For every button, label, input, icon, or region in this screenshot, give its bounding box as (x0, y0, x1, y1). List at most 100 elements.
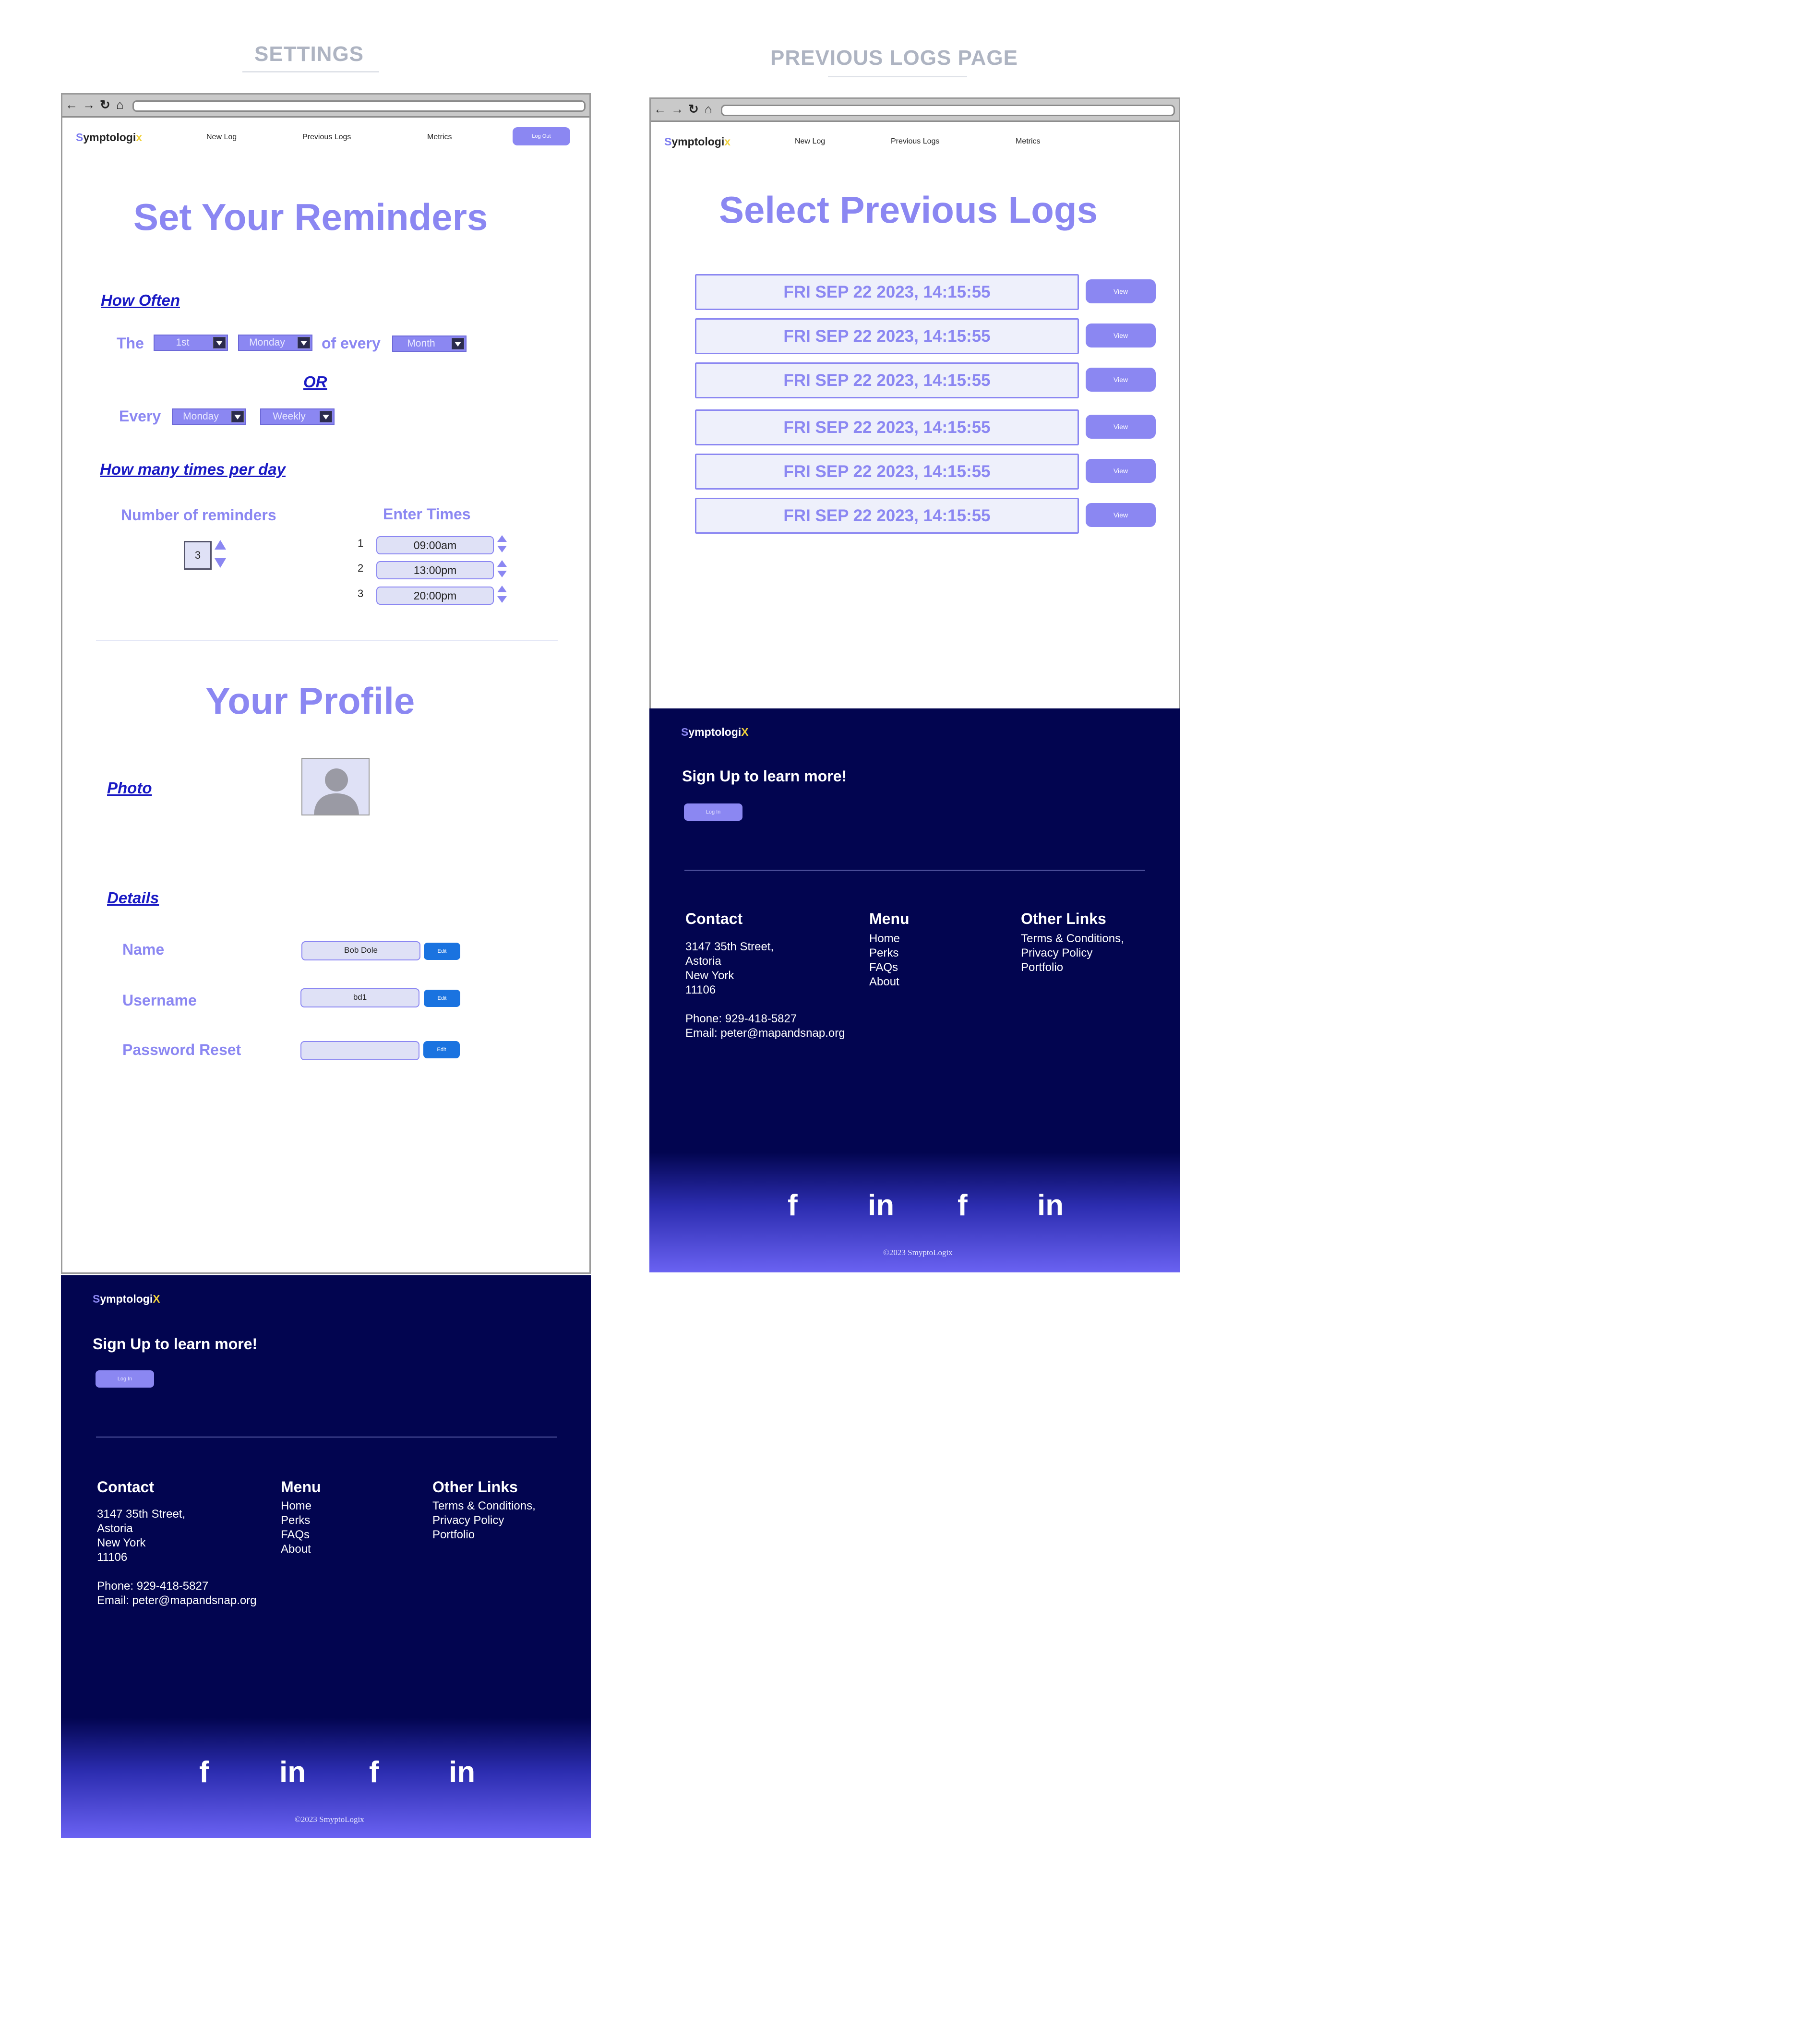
reminder-count-input[interactable]: 3 (184, 541, 212, 570)
footer-logo[interactable]: SymptologiX (93, 1293, 160, 1306)
log-entry[interactable]: FRI SEP 22 2023, 14:15:55 (695, 362, 1079, 398)
nav-metrics[interactable]: Metrics (427, 133, 452, 142)
edit-username-button[interactable]: Edit (424, 990, 460, 1007)
copyright: ©2023 SmyptoLogix (295, 1815, 364, 1824)
day-ordinal-select[interactable]: 1st (154, 335, 228, 351)
contact-address-line: 11106 (685, 983, 716, 996)
linkedin-icon[interactable]: in (868, 1188, 894, 1222)
view-log-button[interactable]: View (1086, 279, 1156, 303)
weekday-select[interactable]: Monday (238, 335, 312, 351)
period-select[interactable]: Month (392, 336, 467, 352)
or-separator: OR (303, 373, 327, 391)
logs-title: Select Previous Logs (719, 189, 1098, 231)
facebook-icon[interactable]: f (369, 1755, 379, 1789)
back-arrow-icon[interactable]: ← (654, 102, 666, 117)
decrement-icon[interactable] (497, 571, 507, 577)
log-entry[interactable]: FRI SEP 22 2023, 14:15:55 (695, 454, 1079, 490)
contact-address-line: Astoria (685, 955, 721, 968)
forward-arrow-icon[interactable]: → (671, 102, 683, 117)
log-entry[interactable]: FRI SEP 22 2023, 14:15:55 (695, 498, 1079, 534)
copyright: ©2023 SmyptoLogix (883, 1248, 953, 1257)
view-log-button[interactable]: View (1086, 415, 1156, 439)
contact-email[interactable]: Email: peter@mapandsnap.org (97, 1594, 257, 1608)
view-log-button[interactable]: View (1086, 503, 1156, 527)
contact-phone: Phone: 929-418-5827 (685, 1012, 797, 1025)
times-per-day-heading[interactable]: How many times per day (100, 460, 286, 479)
name-field[interactable]: Bob Dole (301, 941, 420, 960)
view-log-button[interactable]: View (1086, 459, 1156, 483)
footer-menu-home[interactable]: Home (281, 1499, 311, 1513)
reload-icon[interactable]: ↻ (688, 102, 699, 117)
log-entry[interactable]: FRI SEP 22 2023, 14:15:55 (695, 409, 1079, 445)
facebook-icon[interactable]: f (788, 1188, 798, 1222)
log-entry[interactable]: FRI SEP 22 2023, 14:15:55 (695, 318, 1079, 354)
footer-login-button[interactable]: Log In (96, 1370, 154, 1388)
linkedin-icon[interactable]: in (279, 1755, 306, 1789)
increment-icon[interactable] (497, 586, 507, 592)
decrement-icon[interactable] (215, 558, 226, 568)
nav-metrics[interactable]: Metrics (1016, 137, 1041, 146)
edit-name-button[interactable]: Edit (424, 943, 460, 960)
log-entry[interactable]: FRI SEP 22 2023, 14:15:55 (695, 274, 1079, 310)
address-bar[interactable] (132, 100, 586, 112)
nav-new-log[interactable]: New Log (206, 133, 237, 142)
view-log-button[interactable]: View (1086, 368, 1156, 392)
footer-logo[interactable]: SymptologiX (681, 726, 749, 739)
view-log-button[interactable]: View (1086, 324, 1156, 347)
logo[interactable]: Symptologix (76, 131, 142, 144)
linkedin-icon[interactable]: in (449, 1755, 475, 1789)
reload-icon[interactable]: ↻ (100, 97, 110, 112)
increment-icon[interactable] (215, 540, 226, 550)
how-often-heading[interactable]: How Often (101, 291, 180, 310)
weekday-select-2[interactable]: Monday (172, 408, 246, 425)
footer-portfolio-link[interactable]: Portfolio (432, 1528, 475, 1542)
dropdown-arrow-icon (298, 337, 310, 348)
footer-menu-about[interactable]: About (869, 975, 899, 989)
enter-times-label: Enter Times (383, 505, 471, 523)
section-divider (96, 640, 558, 641)
nav-previous-logs[interactable]: Previous Logs (891, 137, 939, 146)
home-icon[interactable]: ⌂ (705, 102, 712, 117)
facebook-icon[interactable]: f (199, 1755, 209, 1789)
time-input-2[interactable]: 13:00pm (376, 561, 494, 579)
password-field[interactable] (300, 1041, 419, 1060)
home-icon[interactable]: ⌂ (116, 97, 124, 112)
footer-menu-faqs[interactable]: FAQs (281, 1528, 310, 1542)
footer-portfolio-link[interactable]: Portfolio (1021, 960, 1063, 975)
footer-menu-about[interactable]: About (281, 1542, 311, 1557)
forward-arrow-icon[interactable]: → (83, 97, 95, 112)
logo[interactable]: Symptologix (664, 135, 730, 148)
contact-address-line: New York (685, 969, 734, 982)
nav-new-log[interactable]: New Log (795, 137, 825, 146)
username-field[interactable]: bd1 (300, 988, 419, 1007)
footer-terms-link[interactable]: Terms & Conditions, (432, 1499, 536, 1513)
linkedin-icon[interactable]: in (1037, 1188, 1064, 1222)
frequency-select[interactable]: Weekly (260, 408, 335, 425)
decrement-icon[interactable] (497, 596, 507, 603)
contact-phone: Phone: 929-418-5827 (97, 1580, 209, 1593)
back-arrow-icon[interactable]: ← (65, 97, 78, 112)
contact-email[interactable]: Email: peter@mapandsnap.org (685, 1026, 845, 1041)
footer-privacy-link[interactable]: Privacy Policy (1021, 946, 1092, 960)
footer-menu-perks[interactable]: Perks (869, 946, 898, 960)
avatar[interactable] (301, 758, 370, 815)
address-bar[interactable] (721, 105, 1175, 116)
time-index: 3 (358, 587, 364, 599)
footer-menu-perks[interactable]: Perks (281, 1513, 310, 1528)
decrement-icon[interactable] (497, 546, 507, 552)
facebook-icon[interactable]: f (958, 1188, 968, 1222)
nav-previous-logs[interactable]: Previous Logs (302, 133, 351, 142)
footer-menu-faqs[interactable]: FAQs (869, 960, 898, 975)
time-input-3[interactable]: 20:00pm (376, 587, 494, 605)
footer-menu-home[interactable]: Home (869, 932, 900, 946)
increment-icon[interactable] (497, 535, 507, 542)
name-label: Name (122, 941, 165, 958)
footer-terms-link[interactable]: Terms & Conditions, (1021, 932, 1124, 946)
user-icon (314, 768, 359, 815)
time-input-1[interactable]: 09:00am (376, 536, 494, 554)
footer-login-button[interactable]: Log In (684, 803, 742, 821)
increment-icon[interactable] (497, 560, 507, 567)
logout-button[interactable]: Log Out (513, 127, 570, 145)
edit-password-button[interactable]: Edit (423, 1041, 460, 1058)
footer-privacy-link[interactable]: Privacy Policy (432, 1513, 504, 1528)
